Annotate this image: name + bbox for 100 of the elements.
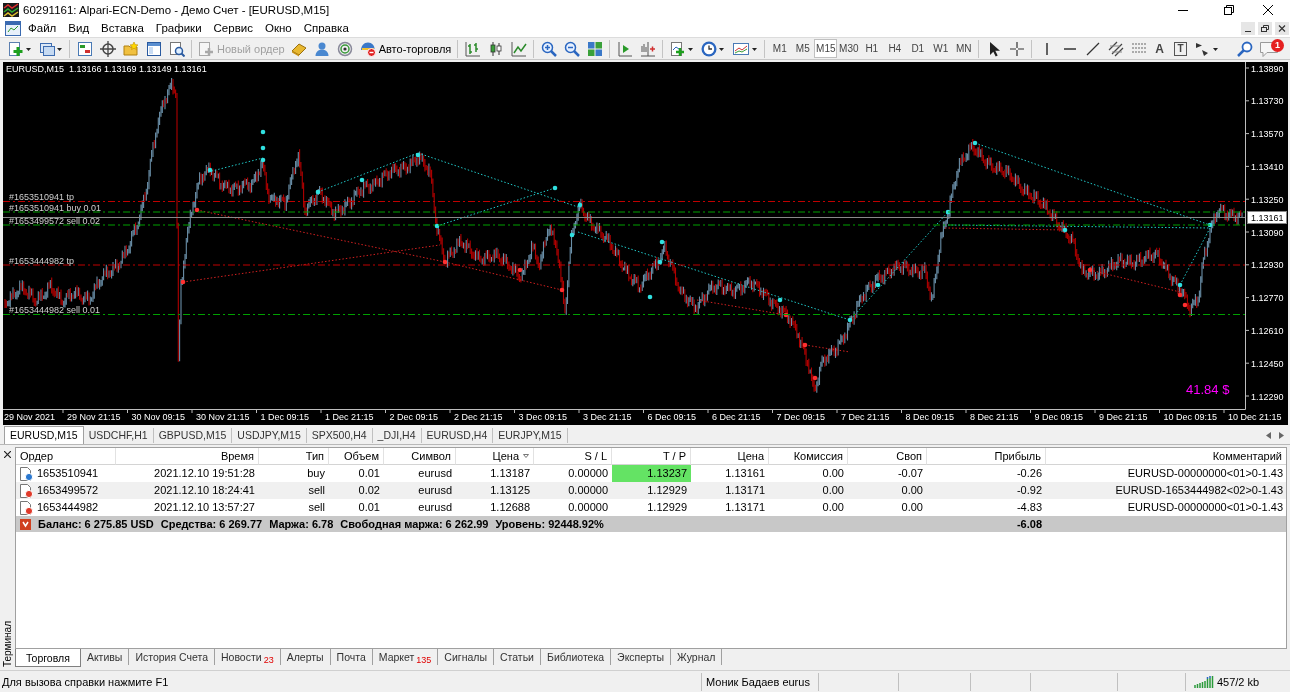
chart-tab[interactable]: _DJI,H4	[372, 428, 422, 443]
zoom-out-icon[interactable]	[563, 40, 580, 57]
menu-item[interactable]: Вид	[62, 19, 96, 37]
menu-item[interactable]: Графики	[149, 19, 208, 37]
chart-tab[interactable]: USDJPY,M15	[232, 428, 307, 443]
table-cell-text: 1.13171	[724, 500, 766, 515]
timeframe-button[interactable]: M1	[768, 39, 792, 58]
column-header[interactable]: Прибыль	[927, 448, 1046, 465]
chart-tab[interactable]: USDCHF,H1	[83, 428, 154, 443]
account-summary-item: Средства: 6 269.77	[160, 518, 263, 530]
restore-icon[interactable]	[1224, 4, 1234, 15]
menu-item[interactable]: Справка	[297, 19, 355, 37]
column-header[interactable]: S / L	[534, 448, 612, 465]
minimize-icon[interactable]	[1241, 21, 1255, 35]
panel-tab[interactable]: Библиотека	[541, 649, 612, 665]
panel-tab[interactable]: Алерты	[280, 649, 331, 665]
panel-tab[interactable]: Активы	[80, 649, 130, 665]
chart-tab[interactable]: EURUSD,H4	[421, 428, 494, 443]
status-text: Для вызова справки нажмите F1	[1, 674, 170, 690]
document-magnifier-icon[interactable]	[168, 40, 185, 57]
column-header[interactable]: Цена	[456, 448, 534, 465]
panel-tab[interactable]: Сигналы	[438, 649, 494, 665]
close-icon[interactable]	[1275, 21, 1289, 35]
price-axis-label: 1.12770	[1251, 293, 1284, 304]
time-axis-label: 3 Dec 09:15	[518, 412, 568, 422]
table-cell: 0.00	[769, 482, 848, 499]
timeframe-button[interactable]: D1	[906, 39, 930, 58]
window-panel-icon[interactable]	[145, 40, 162, 57]
person-icon[interactable]	[314, 40, 331, 57]
document-window-icon[interactable]	[5, 20, 21, 36]
axis-arrow-icon[interactable]	[616, 40, 633, 57]
timeframe-button[interactable]: M5	[791, 39, 815, 58]
scroll-right-icon[interactable]	[1279, 431, 1284, 439]
column-header[interactable]: Цена	[691, 448, 769, 465]
text-tool[interactable]: A	[1155, 41, 1164, 56]
timeframe-button[interactable]: M30	[837, 39, 861, 58]
axis-plus-icon[interactable]	[639, 40, 656, 57]
panel-tab[interactable]: Журнал	[671, 649, 723, 665]
table-cell-text: 2021.12.10 13:57:27	[153, 500, 256, 515]
document-plus-icon[interactable]	[669, 40, 694, 57]
document-plus-icon[interactable]	[7, 40, 32, 57]
tile-windows-icon[interactable]	[586, 40, 603, 57]
chart-tab[interactable]: GBPUSD,M15	[153, 428, 233, 443]
panel-tab[interactable]: Статьи	[493, 649, 541, 665]
folder-star-icon[interactable]	[122, 40, 139, 57]
cap-stop-icon[interactable]	[359, 40, 376, 57]
chart-window-icon[interactable]	[731, 40, 758, 57]
chart-tab[interactable]: SPX500,H4	[306, 428, 373, 443]
table-cell-text: 0.01	[357, 500, 381, 515]
price-axis-label: 1.13410	[1251, 161, 1284, 172]
menu-item[interactable]: Файл	[22, 19, 63, 37]
time-axis-label: 2 Dec 21:15	[454, 412, 503, 422]
order-document-icon	[20, 500, 33, 515]
column-header[interactable]: Комиссия	[769, 448, 848, 465]
menu-item[interactable]: Вставка	[95, 19, 150, 37]
menu-item[interactable]: Сервис	[207, 19, 259, 37]
restore-icon[interactable]	[1258, 21, 1272, 35]
close-icon[interactable]	[4, 451, 11, 458]
chart-tab[interactable]: EURUSD,M15	[4, 426, 84, 444]
text-label-tool[interactable]: T	[1173, 41, 1187, 56]
crosshair-icon[interactable]	[1008, 40, 1025, 57]
candlestick-icon[interactable]	[487, 40, 504, 57]
column-header[interactable]: Своп	[848, 448, 927, 465]
arrow-shapes-icon[interactable]	[1195, 40, 1220, 57]
panel-tab[interactable]: Маркет $_{135}$	[372, 649, 439, 665]
panel-tab[interactable]: История Счета	[129, 649, 215, 665]
table-cell-text: 0.01	[357, 466, 381, 481]
column-header[interactable]: Время	[116, 448, 259, 465]
line-chart-icon[interactable]	[510, 40, 527, 57]
chart-tab[interactable]: EURJPY,M15	[493, 428, 568, 443]
bar-chart-icon[interactable]	[464, 40, 481, 57]
close-icon[interactable]	[1263, 4, 1273, 15]
zoom-in-icon[interactable]	[540, 40, 557, 57]
column-header[interactable]: Комментарий	[1046, 448, 1286, 465]
quote-list-icon[interactable]	[76, 40, 93, 57]
crosshair-target-icon[interactable]	[99, 40, 116, 57]
timeframe-button[interactable]: M15	[814, 39, 838, 58]
timeframe-button[interactable]: H1	[860, 39, 884, 58]
panel-tab[interactable]: Новости $_{23}$	[215, 649, 281, 665]
column-header[interactable]: Символ	[384, 448, 456, 465]
timeframe-button[interactable]: H4	[883, 39, 907, 58]
timeframe-button[interactable]: W1	[929, 39, 953, 58]
windows-stack-icon[interactable]	[38, 40, 63, 57]
scroll-left-icon[interactable]	[1266, 431, 1271, 439]
column-header[interactable]: Тип	[259, 448, 329, 465]
time-axis-label: 3 Dec 21:15	[583, 412, 632, 422]
clock-icon[interactable]	[700, 40, 725, 57]
panel-tab[interactable]: Торговля	[15, 649, 81, 667]
parallel-lines-icon[interactable]	[1107, 40, 1124, 57]
menu-item[interactable]: Окно	[258, 19, 298, 37]
search-icon[interactable]	[1236, 40, 1253, 57]
timeframe-button[interactable]: MN	[952, 39, 976, 58]
chart-symbol: EURUSD,M15	[6, 64, 64, 74]
panel-tab[interactable]: Почта	[330, 649, 373, 665]
signal-rings-icon[interactable]	[337, 40, 354, 57]
column-header[interactable]: Объем	[329, 448, 384, 465]
auto-trading-button[interactable]: Авто-торговля	[356, 38, 455, 59]
diagonal-line-icon[interactable]	[1084, 40, 1101, 57]
panel-tab[interactable]: Эксперты	[611, 649, 672, 665]
column-header[interactable]: Ордер	[16, 448, 116, 465]
